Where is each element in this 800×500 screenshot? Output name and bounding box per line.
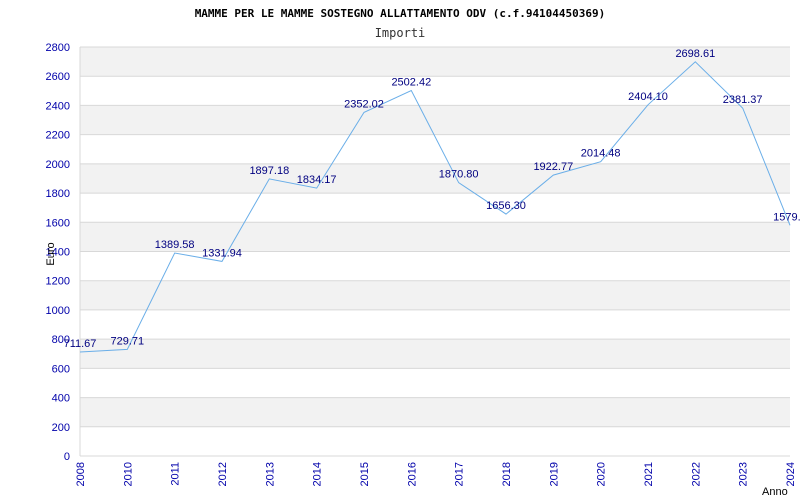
data-label: 2381.37 [723,94,763,106]
x-axis-label: Anno [762,486,788,498]
y-tick-label: 2200 [46,130,70,142]
x-tick-labels: 2008 2010 2011 2012 2013 2014 2015 2016 2017 2018… [75,462,797,486]
y-tick-label: 400 [52,393,70,405]
data-label: 1897.18 [249,165,289,177]
x-tick-label: 2015 [359,462,371,486]
data-label: 2352.02 [344,98,384,110]
y-tick-label: 2000 [46,159,70,171]
y-tick-label: 1800 [46,188,70,200]
data-label: 729.71 [111,335,145,347]
y-tick-label: 2600 [46,71,70,83]
data-label: 1834.17 [297,174,337,186]
plot-band [80,339,790,369]
x-tick-label: 2021 [643,462,655,486]
y-tick-label: 1600 [46,217,70,229]
plot-bands [80,47,790,427]
y-tick-label: 2800 [46,42,70,54]
x-tick-label: 2010 [122,462,134,486]
y-tick-label: 2400 [46,100,70,112]
data-label: 1922.77 [533,161,573,173]
y-tick-label: 1000 [46,305,70,317]
y-tick-label: 600 [52,363,70,375]
x-tick-label: 2013 [264,462,276,486]
data-label: 2014.48 [581,148,621,160]
x-tick-label: 2016 [406,462,418,486]
data-label: 2698.61 [675,48,715,60]
x-tick-label: 2008 [75,462,87,486]
x-tick-label: 2011 [170,462,182,486]
chart-subtitle: Importi [375,26,426,40]
x-tick-label: 2024 [785,462,797,486]
y-tick-label: 200 [52,422,70,434]
x-tick-label: 2017 [454,462,466,486]
x-tick-label: 2014 [312,462,324,486]
data-label: 1870.80 [439,169,479,181]
chart-title: MAMME PER LE MAMME SOSTEGNO ALLATTAMENTO… [195,7,606,20]
x-tick-label: 2022 [690,462,702,486]
plot-band [80,105,790,135]
data-label: 1389.58 [155,239,195,251]
y-tick-label: 1200 [46,276,70,288]
data-label: 1656.30 [486,200,526,212]
data-label: 2404.10 [628,91,668,103]
plot-band [80,280,790,310]
y-tick-label: 0 [64,451,70,463]
line-chart: MAMME PER LE MAMME SOSTEGNO ALLATTAMENTO… [45,7,800,498]
plot-band [80,163,790,194]
data-label: 1579.2 [773,211,800,223]
data-label: 2502.42 [391,76,431,88]
x-tick-label: 2018 [501,462,513,486]
x-tick-label: 2012 [217,462,229,486]
y-axis-label: Euro [45,242,57,265]
x-tick-label: 2019 [548,462,560,486]
x-tick-label: 2023 [738,462,750,486]
data-label: 1331.94 [202,247,242,259]
data-label: 711.67 [64,338,97,350]
x-tick-label: 2020 [596,462,608,486]
plot-band [80,397,790,427]
